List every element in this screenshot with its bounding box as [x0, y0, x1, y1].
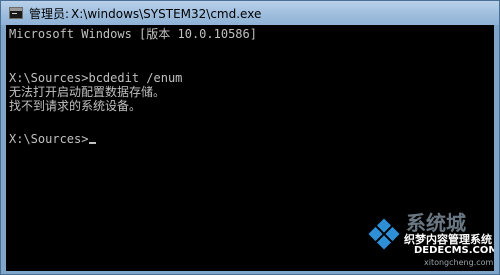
console-area[interactable]: Microsoft Windows [版本 10.0.10586] X:\Sou…: [6, 25, 494, 271]
window-title: 管理员: X:\windows\SYSTEM32\cmd.exe: [29, 5, 261, 22]
window-title-path: X:\windows\SYSTEM32\cmd.exe: [71, 6, 262, 21]
cmd-window: 管理员: X:\windows\SYSTEM32\cmd.exe Microsof…: [0, 0, 500, 275]
title-bar[interactable]: 管理员: X:\windows\SYSTEM32\cmd.exe: [1, 1, 499, 25]
watermark-text-3: xitongcheng.com: [424, 258, 494, 267]
console-line-error-1: 无法打开启动配置数据存储。: [9, 85, 166, 99]
console-line-error-2: 找不到请求的系统设备。: [9, 99, 142, 113]
console-line-command: X:\Sources>bcdedit /enum: [9, 71, 183, 85]
prompt-text: X:\Sources>: [9, 132, 89, 146]
window-title-user: 管理员:: [29, 6, 70, 21]
console-line-version: Microsoft Windows [版本 10.0.10586]: [9, 27, 257, 41]
cmd-app-icon[interactable]: [9, 7, 23, 19]
watermark-text-2: DEDECMS.COM: [414, 245, 494, 256]
console-line-prompt[interactable]: X:\Sources>: [9, 132, 97, 146]
text-cursor: [89, 142, 97, 144]
watermark: 系统城 织梦内容管理系统 DEDECMS.COM xitongcheng.com: [354, 201, 494, 271]
